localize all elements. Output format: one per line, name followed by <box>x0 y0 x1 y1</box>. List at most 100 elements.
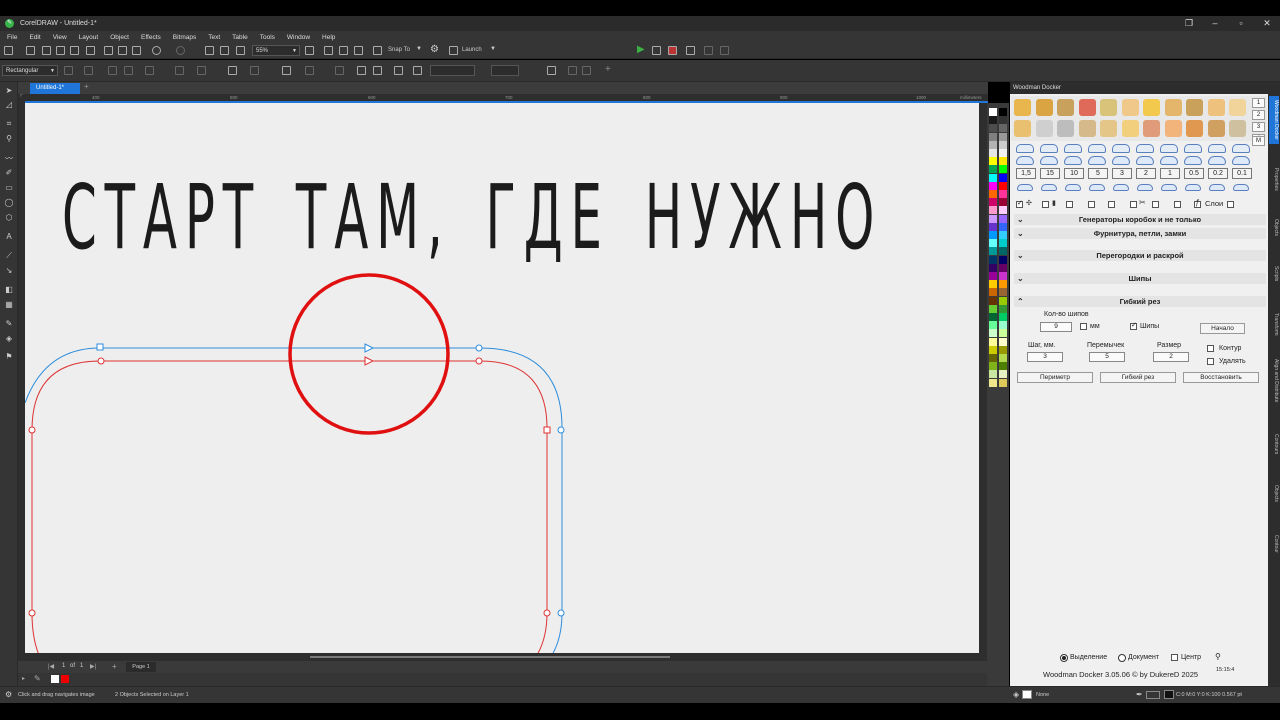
palette-swatch[interactable] <box>989 206 997 215</box>
vertical-ruler[interactable] <box>18 103 25 661</box>
cloud-small-button[interactable] <box>1065 184 1081 191</box>
palette-swatch[interactable] <box>999 280 1007 289</box>
auto-close-icon[interactable] <box>373 66 382 75</box>
step-button-5[interactable]: 5 <box>1088 168 1108 179</box>
docker-tool-icon[interactable] <box>1035 99 1053 116</box>
palette-swatch[interactable] <box>999 247 1007 256</box>
palette-swatch[interactable] <box>999 329 1007 338</box>
add-icon[interactable]: + <box>605 64 611 75</box>
eyedropper-icon[interactable]: ✎ <box>34 674 41 683</box>
palette-swatch[interactable] <box>989 181 997 190</box>
scissors-icon[interactable]: ✂ <box>1139 198 1146 207</box>
elastic-mode-icon[interactable] <box>413 66 422 75</box>
prop-icon-1[interactable] <box>64 66 73 75</box>
smart-fill-icon[interactable]: ⚑ <box>4 352 14 362</box>
palette-swatch[interactable] <box>999 263 1007 272</box>
pick-tool-icon[interactable]: ➤ <box>4 86 14 96</box>
docker-tool-icon[interactable] <box>1014 120 1031 137</box>
maximize-button[interactable]: ▫ <box>1228 16 1254 31</box>
snap-chevron-icon[interactable]: ▼ <box>416 46 422 52</box>
corner-shape-button[interactable] <box>1208 144 1226 153</box>
redo-icon[interactable] <box>176 46 185 55</box>
node-handle[interactable] <box>557 426 565 434</box>
tab-scripts[interactable]: Scripts <box>1269 260 1279 288</box>
palette-swatch[interactable] <box>999 313 1007 321</box>
palette-swatch[interactable] <box>989 108 997 116</box>
tab-contours[interactable]: Contours <box>1269 427 1279 461</box>
palette-swatch[interactable] <box>999 108 1007 116</box>
connector-tool-icon[interactable]: ↘ <box>4 266 14 276</box>
cut-icon[interactable] <box>104 46 113 55</box>
rectangle-tool-icon[interactable]: ▭ <box>4 183 14 193</box>
menu-file[interactable]: File <box>7 34 17 41</box>
node-handle[interactable] <box>543 609 551 617</box>
start-button[interactable]: Начало <box>1200 323 1245 334</box>
cloud-small-button[interactable] <box>1137 184 1153 191</box>
palette-swatch[interactable] <box>999 116 1007 125</box>
tab-objects[interactable]: Objects <box>1269 212 1279 242</box>
launch-icon[interactable] <box>449 46 458 55</box>
cloud-shape-button[interactable] <box>1016 156 1034 165</box>
new-document-icon[interactable] <box>4 46 13 55</box>
palette-swatch[interactable] <box>989 272 997 280</box>
palette-swatch[interactable] <box>989 247 997 256</box>
step-button-0-5[interactable]: 0.5 <box>1184 168 1204 179</box>
palette-swatch[interactable] <box>989 263 997 272</box>
menu-tools[interactable]: Tools <box>260 34 275 41</box>
new-tab-icon[interactable]: + <box>84 82 89 91</box>
section-partitions[interactable]: ⌄ Перегородки и раскрой <box>1014 250 1266 261</box>
pause-macro-icon[interactable] <box>720 46 729 55</box>
print-icon[interactable] <box>56 46 65 55</box>
cloud-shape-button[interactable] <box>1208 156 1226 165</box>
spikes-checkbox[interactable] <box>1130 321 1137 330</box>
cloud-shape-button[interactable] <box>1040 156 1058 165</box>
palette-swatch[interactable] <box>989 354 997 362</box>
cloud-small-button[interactable] <box>1161 184 1177 191</box>
document-radio[interactable] <box>1118 654 1126 662</box>
ellipse-tool-icon[interactable]: ◯ <box>4 198 14 208</box>
highlight-circle[interactable] <box>288 273 450 435</box>
palette-swatch[interactable] <box>999 288 1007 297</box>
step-button-0-2[interactable]: 0.2 <box>1208 168 1228 179</box>
cloud-shape-button[interactable] <box>1136 156 1154 165</box>
bridges-field[interactable]: 5 <box>1089 352 1125 362</box>
cloud-small-button[interactable] <box>1017 184 1033 191</box>
cloud-shape-button[interactable] <box>1064 156 1082 165</box>
step-button-3[interactable]: 3 <box>1112 168 1132 179</box>
shape-tool-icon[interactable]: ◿ <box>4 100 14 110</box>
docker-tool-icon[interactable] <box>1207 120 1225 137</box>
inner-red-path[interactable] <box>31 360 548 653</box>
menu-window[interactable]: Window <box>287 34 310 41</box>
palette-swatch[interactable] <box>999 140 1007 149</box>
outline-pen-icon[interactable]: ✒ <box>1136 690 1143 699</box>
palette-swatch[interactable] <box>989 231 997 239</box>
docker-tool-icon[interactable] <box>1186 99 1203 116</box>
docker-tool-icon[interactable] <box>1100 99 1117 116</box>
curve-smoothness-field[interactable] <box>491 65 519 76</box>
docker-tab-m[interactable]: M <box>1252 136 1265 146</box>
contour-checkbox[interactable] <box>1207 345 1214 352</box>
first-page-icon[interactable]: |◀ <box>48 663 54 670</box>
palette-swatch[interactable] <box>999 206 1007 215</box>
docker-tool-icon[interactable] <box>1164 99 1182 116</box>
macro-editor-icon[interactable] <box>652 46 661 55</box>
palette-swatch[interactable] <box>999 362 1007 371</box>
delete-checkbox[interactable] <box>1207 358 1214 365</box>
corner-shape-button[interactable] <box>1136 144 1154 153</box>
palette-swatch[interactable] <box>989 329 997 338</box>
horizontal-scroll-thumb[interactable] <box>310 656 670 658</box>
docker-tab-2[interactable]: 2 <box>1252 110 1265 120</box>
wave-checkbox[interactable] <box>1108 201 1115 208</box>
rect-checkbox[interactable] <box>1042 201 1049 208</box>
step-button-0-1[interactable]: 0.1 <box>1232 168 1252 179</box>
publish-pdf-icon[interactable] <box>236 46 245 55</box>
palette-swatch[interactable] <box>989 124 997 133</box>
section-hardware[interactable]: ⌄ Фурнитура, петли, замки <box>1014 228 1266 239</box>
paste-icon[interactable] <box>132 46 141 55</box>
prop-icon-2[interactable] <box>84 66 93 75</box>
page-tab[interactable]: Page 1 <box>126 662 156 672</box>
vertical-scrollbar[interactable] <box>979 103 987 661</box>
menu-view[interactable]: View <box>53 34 67 41</box>
layers-checkbox[interactable] <box>1227 201 1234 208</box>
square-checkbox[interactable] <box>1066 201 1073 208</box>
